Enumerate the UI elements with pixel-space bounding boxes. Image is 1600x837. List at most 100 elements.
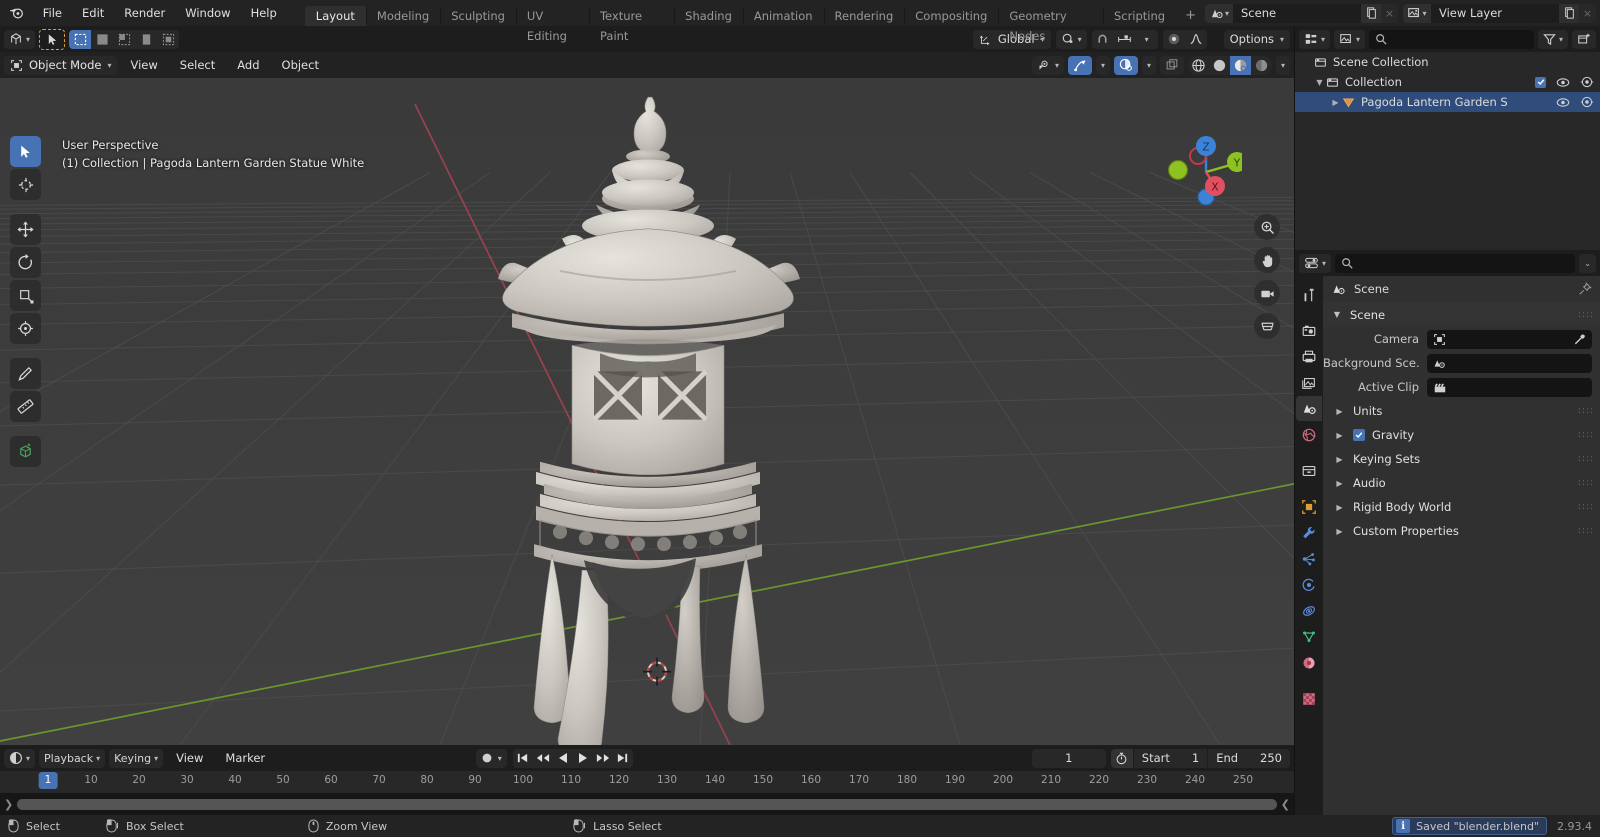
accordion-audio[interactable]: ▶ Audio :::: xyxy=(1323,471,1600,495)
tool-measure[interactable] xyxy=(10,391,41,422)
editor-type-icon[interactable]: ▾ xyxy=(4,29,36,49)
disable-in-render-camera-icon[interactable] xyxy=(1580,76,1594,88)
pan-hand-icon[interactable] xyxy=(1254,247,1280,273)
play-reverse-button[interactable] xyxy=(553,749,573,768)
properties-tab-tool[interactable] xyxy=(1296,282,1322,307)
gizmo-options-dropdown[interactable]: ▾ xyxy=(1095,55,1110,75)
menu-render[interactable]: Render xyxy=(114,0,175,26)
blender-logo-icon[interactable] xyxy=(0,0,33,26)
outliner-row-object[interactable]: ▶ Pagoda Lantern Garden S xyxy=(1295,92,1600,112)
timeline-horizontal-scrollbar[interactable] xyxy=(17,798,1277,810)
expand-triangle-icon[interactable]: ▶ xyxy=(1333,527,1346,536)
snap-increment-icon[interactable] xyxy=(1114,30,1136,49)
object-visibility-dropdown[interactable]: ▾ xyxy=(1031,55,1064,75)
timeline-menu-playback[interactable]: Playback ▾ xyxy=(39,748,106,768)
expand-triangle-icon[interactable]: ▼ xyxy=(1331,310,1343,319)
timeline-editor-icon[interactable]: ▾ xyxy=(4,748,36,768)
tool-transform[interactable] xyxy=(10,313,41,344)
outliner-search-input[interactable] xyxy=(1369,29,1534,49)
hide-in-viewport-eye-icon[interactable] xyxy=(1556,97,1570,108)
prev-keyframe-button[interactable] xyxy=(533,749,553,768)
viewport-menu-object[interactable]: Object xyxy=(273,56,328,75)
properties-tab-output[interactable] xyxy=(1296,344,1322,369)
properties-tab-view-layer[interactable] xyxy=(1296,370,1322,395)
outliner-row-collection[interactable]: ▼ Collection xyxy=(1295,72,1600,92)
ortho-persp-icon[interactable] xyxy=(1254,313,1280,339)
accordion-gravity[interactable]: ▶ Gravity :::: xyxy=(1323,423,1600,447)
camera-icon[interactable] xyxy=(1254,280,1280,306)
play-button[interactable] xyxy=(573,749,593,768)
expand-triangle-icon[interactable]: ▶ xyxy=(1333,431,1346,440)
outliner-filter-button[interactable]: ▾ xyxy=(1537,29,1568,49)
properties-tab-modifier[interactable] xyxy=(1296,520,1322,545)
tool-tweak[interactable] xyxy=(10,136,41,167)
tool-annotate[interactable] xyxy=(10,358,41,389)
menu-window[interactable]: Window xyxy=(175,0,240,26)
select-set-icon[interactable] xyxy=(69,29,92,49)
workspace-tab-compositing[interactable]: Compositing xyxy=(904,6,998,26)
scroll-left-icon[interactable]: ❯ xyxy=(4,798,13,811)
end-frame-field[interactable]: End 250 xyxy=(1207,748,1290,768)
current-frame-field[interactable]: 1 xyxy=(1031,748,1106,768)
jump-to-start-button[interactable] xyxy=(513,749,533,768)
add-workspace-button[interactable]: + xyxy=(1176,6,1205,26)
properties-search-input[interactable] xyxy=(1335,253,1576,273)
options-dropdown[interactable]: Options ▾ xyxy=(1223,29,1290,49)
shading-rendered-icon[interactable] xyxy=(1251,56,1272,75)
stopwatch-icon[interactable] xyxy=(1110,748,1133,768)
tool-scale[interactable] xyxy=(10,280,41,311)
properties-tab-material[interactable] xyxy=(1296,650,1322,675)
menu-help[interactable]: Help xyxy=(241,0,287,26)
expand-triangle-icon[interactable]: ▶ xyxy=(1333,407,1346,416)
properties-editor-icon[interactable]: ▾ xyxy=(1299,253,1332,273)
outliner-display-icon[interactable]: ▾ xyxy=(1299,29,1331,49)
view-layer-name-field[interactable]: View Layer xyxy=(1431,3,1559,23)
viewport-menu-select[interactable]: Select xyxy=(171,56,224,75)
properties-tab-constraints[interactable] xyxy=(1296,598,1322,623)
scene-panel-header[interactable]: ▼ Scene :::: xyxy=(1323,302,1600,327)
scene-name-field[interactable]: Scene xyxy=(1233,3,1361,23)
properties-tab-object[interactable] xyxy=(1296,494,1322,519)
shading-solid-icon[interactable] xyxy=(1209,56,1230,75)
gravity-checkbox[interactable] xyxy=(1353,429,1365,441)
workspace-tab-shading[interactable]: Shading xyxy=(674,6,743,26)
timeline-ruler[interactable]: 1 10 20 30 40 50 60 70 80 90 100 110 120… xyxy=(0,771,1294,793)
properties-tab-collection[interactable] xyxy=(1296,458,1322,483)
workspace-tab-geometry-nodes[interactable]: Geometry Nodes xyxy=(998,6,1103,43)
menu-edit[interactable]: Edit xyxy=(72,0,114,26)
unlink-scene-button[interactable]: × xyxy=(1381,4,1398,23)
chevron-down-icon[interactable]: ▾ xyxy=(1136,30,1158,49)
expand-triangle-icon[interactable]: ▶ xyxy=(1333,455,1346,464)
tool-cursor[interactable] xyxy=(10,169,41,200)
proportional-falloff-icon[interactable] xyxy=(1185,30,1207,49)
next-keyframe-button[interactable] xyxy=(593,749,613,768)
scroll-right-icon[interactable]: ❮ xyxy=(1281,798,1290,811)
start-frame-field[interactable]: Start 1 xyxy=(1132,748,1207,768)
properties-tab-physics[interactable] xyxy=(1296,572,1322,597)
outliner-tree[interactable]: Scene Collection ▼ Collection ▶ Pagoda L… xyxy=(1295,52,1600,250)
timeline-menu-view[interactable]: View xyxy=(167,749,212,768)
overlays-toggle[interactable] xyxy=(1113,55,1138,75)
outliner-row-scene-collection[interactable]: Scene Collection xyxy=(1295,52,1600,72)
workspace-tab-rendering[interactable]: Rendering xyxy=(823,6,905,26)
overlays-options-dropdown[interactable]: ▾ xyxy=(1141,55,1156,75)
accordion-rigid-body-world[interactable]: ▶ Rigid Body World :::: xyxy=(1323,495,1600,519)
filter-id-icon[interactable]: ▾ xyxy=(1334,29,1366,49)
workspace-tab-layout[interactable]: Layout xyxy=(304,6,366,26)
view-layer-datablock[interactable]: ▾ View Layer × xyxy=(1403,3,1596,23)
workspace-tab-uv-editing[interactable]: UV Editing xyxy=(515,6,589,43)
mode-dropdown[interactable]: Object Mode ▾ xyxy=(4,55,118,75)
viewport-menu-add[interactable]: Add xyxy=(228,56,268,75)
jump-to-end-button[interactable] xyxy=(613,749,633,768)
new-view-layer-button[interactable] xyxy=(1559,3,1579,23)
expand-triangle-icon[interactable]: ▶ xyxy=(1333,479,1346,488)
hide-in-viewport-eye-icon[interactable] xyxy=(1556,77,1570,88)
accordion-units[interactable]: ▶ Units :::: xyxy=(1323,399,1600,423)
new-collection-button[interactable] xyxy=(1572,29,1596,49)
3d-viewport[interactable]: Object Mode ▾ View Select Add Object ▾ ▾… xyxy=(0,52,1294,745)
properties-options-button[interactable]: ⌄ xyxy=(1579,253,1596,273)
scene-datablock[interactable]: ▾ Scene × xyxy=(1205,3,1398,23)
zoom-icon[interactable] xyxy=(1254,214,1280,240)
tool-rotate[interactable] xyxy=(10,247,41,278)
navigation-gizmo[interactable]: Z Y X xyxy=(1164,130,1242,208)
